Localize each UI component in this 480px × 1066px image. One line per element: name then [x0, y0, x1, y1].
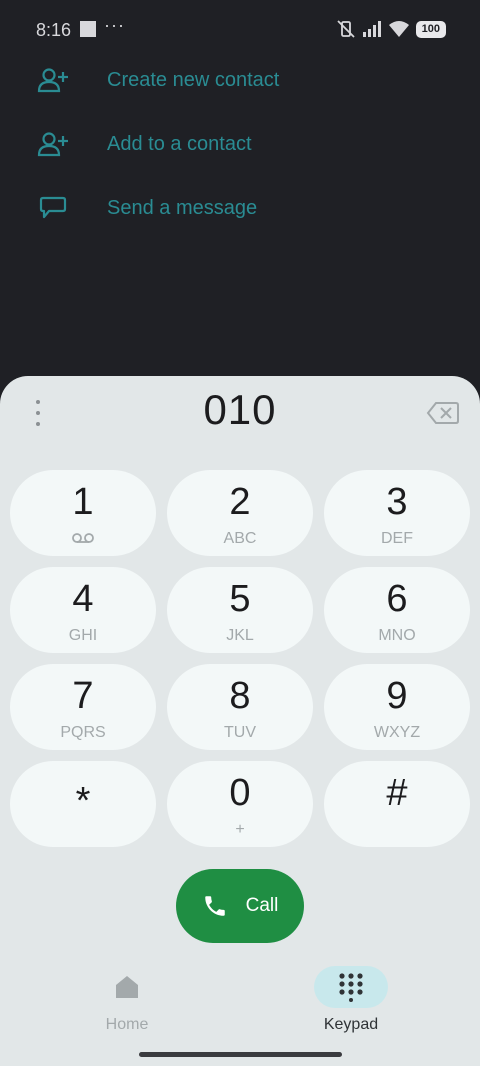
nav-keypad[interactable]: Keypad [311, 966, 391, 1034]
nav-home[interactable]: Home [87, 966, 167, 1034]
key-digit: 6 [386, 578, 408, 620]
key-digit: 4 [72, 578, 94, 620]
action-label: Send a message [107, 196, 258, 219]
key-letters: ABC [223, 530, 257, 547]
key-8[interactable]: 8 TUV [167, 664, 313, 750]
key-digit: 9 [386, 675, 408, 717]
backspace-icon[interactable] [426, 401, 460, 425]
create-new-contact-item[interactable]: Create new contact [0, 48, 480, 112]
key-9[interactable]: 9 WXYZ [324, 664, 470, 750]
key-2[interactable]: 2 ABC [167, 470, 313, 556]
add-to-contact-item[interactable]: Add to a contact [0, 112, 480, 176]
key-letters: MNO [378, 627, 416, 644]
key-letters: WXYZ [373, 724, 421, 741]
key-letters: GHI [68, 627, 98, 644]
call-label: Call [245, 895, 279, 916]
key-digit: 8 [229, 675, 251, 717]
key-0[interactable]: 0 + [167, 761, 313, 847]
add-person-icon [36, 63, 70, 97]
key-1[interactable]: 1 [10, 470, 156, 556]
nav-keypad-label: Keypad [323, 1016, 379, 1033]
key-digit: 5 [229, 578, 251, 620]
send-message-item[interactable]: Send a message [0, 176, 480, 240]
action-label: Create new contact [107, 68, 280, 91]
nav-keypad-pill [314, 966, 388, 1008]
add-person-icon [36, 127, 70, 161]
key-letters: TUV [224, 724, 256, 741]
home-icon [116, 976, 138, 998]
notification-icon [80, 21, 96, 37]
key-digit: 0 [229, 772, 251, 814]
home-indicator[interactable] [139, 1052, 342, 1057]
key-6[interactable]: 6 MNO [324, 567, 470, 653]
keypad: 1 2 ABC 3 DEF 4 GHI 5 JKL 6 MNO 7 PQRS 8… [10, 470, 470, 847]
phone-icon [204, 896, 225, 916]
signal-icon [362, 21, 381, 37]
more-notifications-icon: ··· [104, 15, 125, 35]
key-digit: 1 [72, 481, 94, 523]
key-letters: + [235, 821, 245, 838]
key-7[interactable]: 7 PQRS [10, 664, 156, 750]
message-icon [36, 191, 70, 225]
nav-home-pill [90, 966, 164, 1008]
status-time: 8:16 [36, 20, 72, 40]
status-icons: 100 [336, 19, 446, 39]
vibrate-off-icon [337, 20, 355, 38]
action-list: Create new contact Add to a contact Send… [0, 48, 480, 240]
key-hash[interactable]: # [324, 761, 470, 847]
key-digit: * [75, 780, 91, 822]
battery-icon: 100 [415, 20, 446, 38]
voicemail-icon [72, 533, 94, 543]
key-3[interactable]: 3 DEF [324, 470, 470, 556]
key-digit: 2 [229, 481, 251, 523]
more-options-icon[interactable] [28, 400, 48, 426]
dialpad-sheet: 010 1 2 ABC 3 DEF 4 GHI 5 JKL 6 MNO 7 PQ… [0, 376, 480, 1066]
key-digit: 7 [72, 675, 94, 717]
action-label: Add to a contact [107, 132, 252, 155]
key-5[interactable]: 5 JKL [167, 567, 313, 653]
dialpad-icon [339, 973, 363, 1002]
call-button[interactable]: Call [176, 869, 304, 943]
key-letters: JKL [226, 627, 254, 644]
key-letters: PQRS [60, 724, 106, 741]
key-digit: 3 [386, 481, 408, 523]
key-letters: DEF [381, 530, 413, 547]
key-star[interactable]: * [10, 761, 156, 847]
key-digit: # [386, 772, 408, 814]
wifi-icon [388, 21, 409, 37]
dialed-number[interactable]: 010 [140, 386, 340, 434]
nav-home-label: Home [105, 1016, 149, 1033]
key-4[interactable]: 4 GHI [10, 567, 156, 653]
bottom-nav: Home Keypad [0, 962, 480, 1042]
